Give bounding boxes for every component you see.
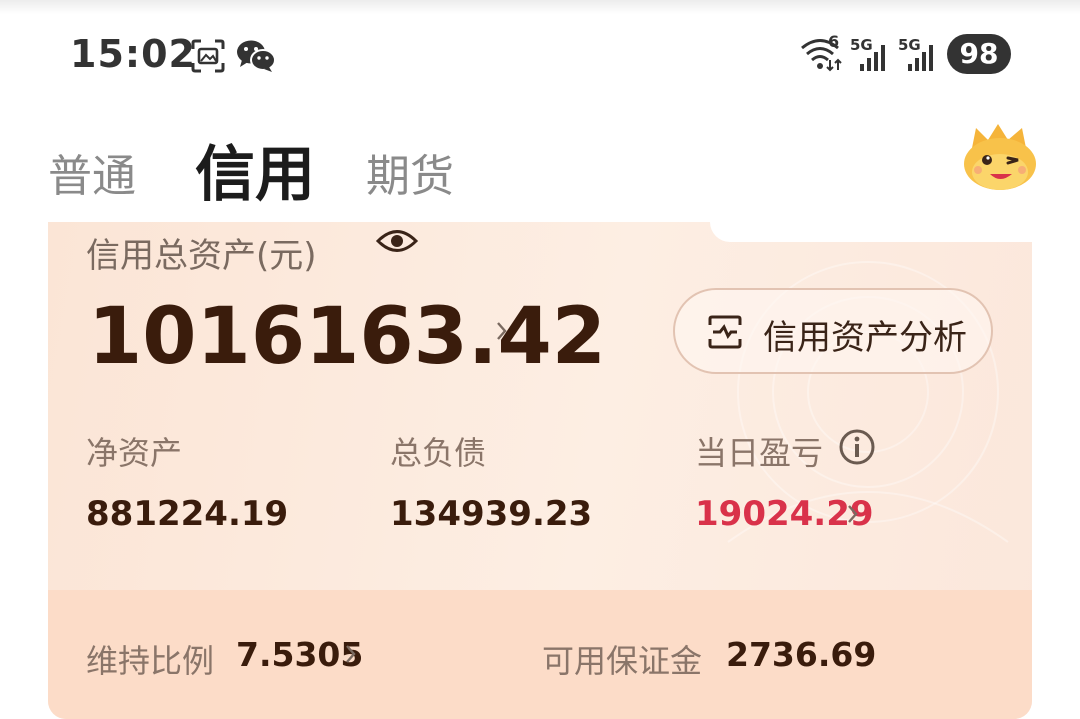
tab-futures[interactable]: 期货 — [366, 140, 454, 204]
maintenance-ratio-label: 维持比例 — [86, 642, 215, 680]
account-type-tabs: 普通 信用 期货 — [0, 120, 1080, 210]
available-margin-value: 2736.69 — [726, 635, 877, 674]
net-asset-label: 净资产 — [86, 434, 183, 472]
net-asset-value: 881224.19 — [86, 494, 289, 534]
total-debt-label: 总负债 — [390, 434, 487, 472]
credit-asset-card: 信用总资产(元) 1016163.42 信用资产分析 净资产 总负债 当日盈亏 … — [48, 222, 1032, 719]
chevron-right-icon[interactable] — [495, 320, 509, 342]
eye-icon[interactable] — [375, 224, 419, 258]
chevron-right-icon[interactable] — [344, 643, 358, 665]
wifi-badge: 6 — [828, 32, 840, 51]
daily-pnl-label: 当日盈亏 — [695, 434, 824, 472]
credit-total-asset-value[interactable]: 1016163.42 — [88, 292, 606, 382]
mascot-avatar-icon[interactable] — [960, 122, 1040, 194]
credit-asset-analysis-label: 信用资产分析 — [763, 318, 967, 358]
battery-icon: 98 — [947, 34, 1011, 74]
credit-total-asset-label: 信用总资产(元) — [86, 236, 317, 276]
screenshot-icon — [191, 39, 225, 73]
available-margin-label: 可用保证金 — [542, 642, 703, 680]
signal-icon — [860, 45, 885, 71]
tab-credit[interactable]: 信用 — [195, 126, 315, 213]
card-notch — [710, 222, 1032, 242]
status-time: 15:02 — [70, 32, 196, 76]
wechat-icon — [237, 40, 276, 72]
status-bar: 15:02 6 5G 5G 98 — [0, 0, 1080, 110]
info-icon[interactable] — [838, 428, 876, 466]
signal-icon — [908, 45, 933, 71]
analysis-chart-icon — [708, 315, 742, 349]
chevron-right-icon[interactable] — [846, 503, 860, 525]
total-debt-value: 134939.23 — [390, 494, 593, 534]
tab-ordinary[interactable]: 普通 — [48, 140, 136, 204]
credit-asset-analysis-button[interactable]: 信用资产分析 — [673, 288, 993, 374]
